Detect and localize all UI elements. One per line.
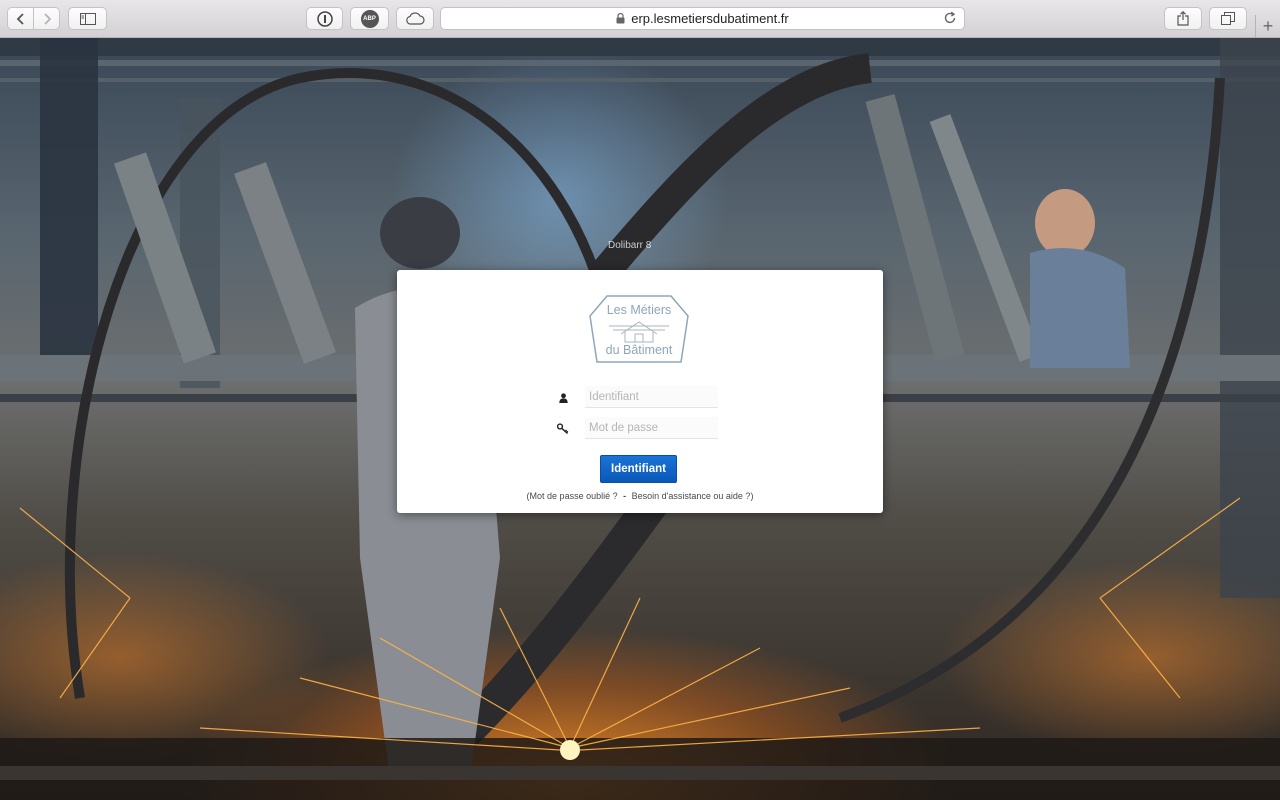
- logo-line1: Les Métiers: [607, 303, 672, 317]
- help-link[interactable]: Besoin d'assistance ou aide ?: [632, 491, 751, 501]
- cloud-button[interactable]: [396, 7, 434, 30]
- url-text: erp.lesmetiersdubatiment.fr: [631, 11, 789, 26]
- new-tab-button[interactable]: +: [1255, 15, 1280, 38]
- forgot-password-link[interactable]: Mot de passe oublié ?: [530, 491, 618, 501]
- password-row: [555, 417, 721, 441]
- onepassword-icon: [316, 10, 333, 27]
- sidebar-toggle-button[interactable]: [68, 7, 107, 30]
- forward-button[interactable]: [34, 7, 60, 30]
- adblock-icon: ABP: [360, 9, 379, 28]
- share-icon: [1177, 11, 1189, 26]
- dolibarr-version-caption: Dolibarr 8: [608, 240, 652, 251]
- address-bar[interactable]: erp.lesmetiersdubatiment.fr: [440, 7, 965, 30]
- share-button[interactable]: [1164, 7, 1202, 30]
- links-close-paren: ): [750, 491, 754, 501]
- adblock-button[interactable]: ABP: [350, 7, 389, 30]
- back-button[interactable]: [7, 7, 34, 30]
- chevron-left-icon: [16, 12, 24, 25]
- cloud-icon: [406, 12, 425, 25]
- username-row: [555, 386, 721, 410]
- key-icon: [555, 421, 571, 437]
- password-manager-button[interactable]: [306, 7, 343, 30]
- help-links: (Mot de passe oublié ? - Besoin d'assist…: [397, 491, 883, 501]
- tabs-icon: [1221, 12, 1235, 25]
- lock-icon: [616, 13, 625, 24]
- chevron-right-icon: [43, 12, 51, 25]
- password-input[interactable]: [585, 417, 718, 439]
- tab-overview-button[interactable]: [1209, 7, 1247, 30]
- login-button[interactable]: Identifiant: [600, 455, 677, 483]
- browser-toolbar: ABP erp.lesmetiersdubatiment.fr +: [0, 0, 1280, 38]
- company-logo: Les Métiers du Bâtiment: [589, 294, 689, 373]
- login-card: Les Métiers du Bâtiment Identifiant (Mot…: [397, 270, 883, 513]
- sidebar-icon: [79, 12, 96, 25]
- user-icon: [555, 390, 571, 406]
- reload-icon[interactable]: [943, 11, 957, 25]
- username-input[interactable]: [585, 386, 718, 408]
- links-separator: -: [623, 491, 627, 501]
- logo-line2: du Bâtiment: [606, 343, 673, 357]
